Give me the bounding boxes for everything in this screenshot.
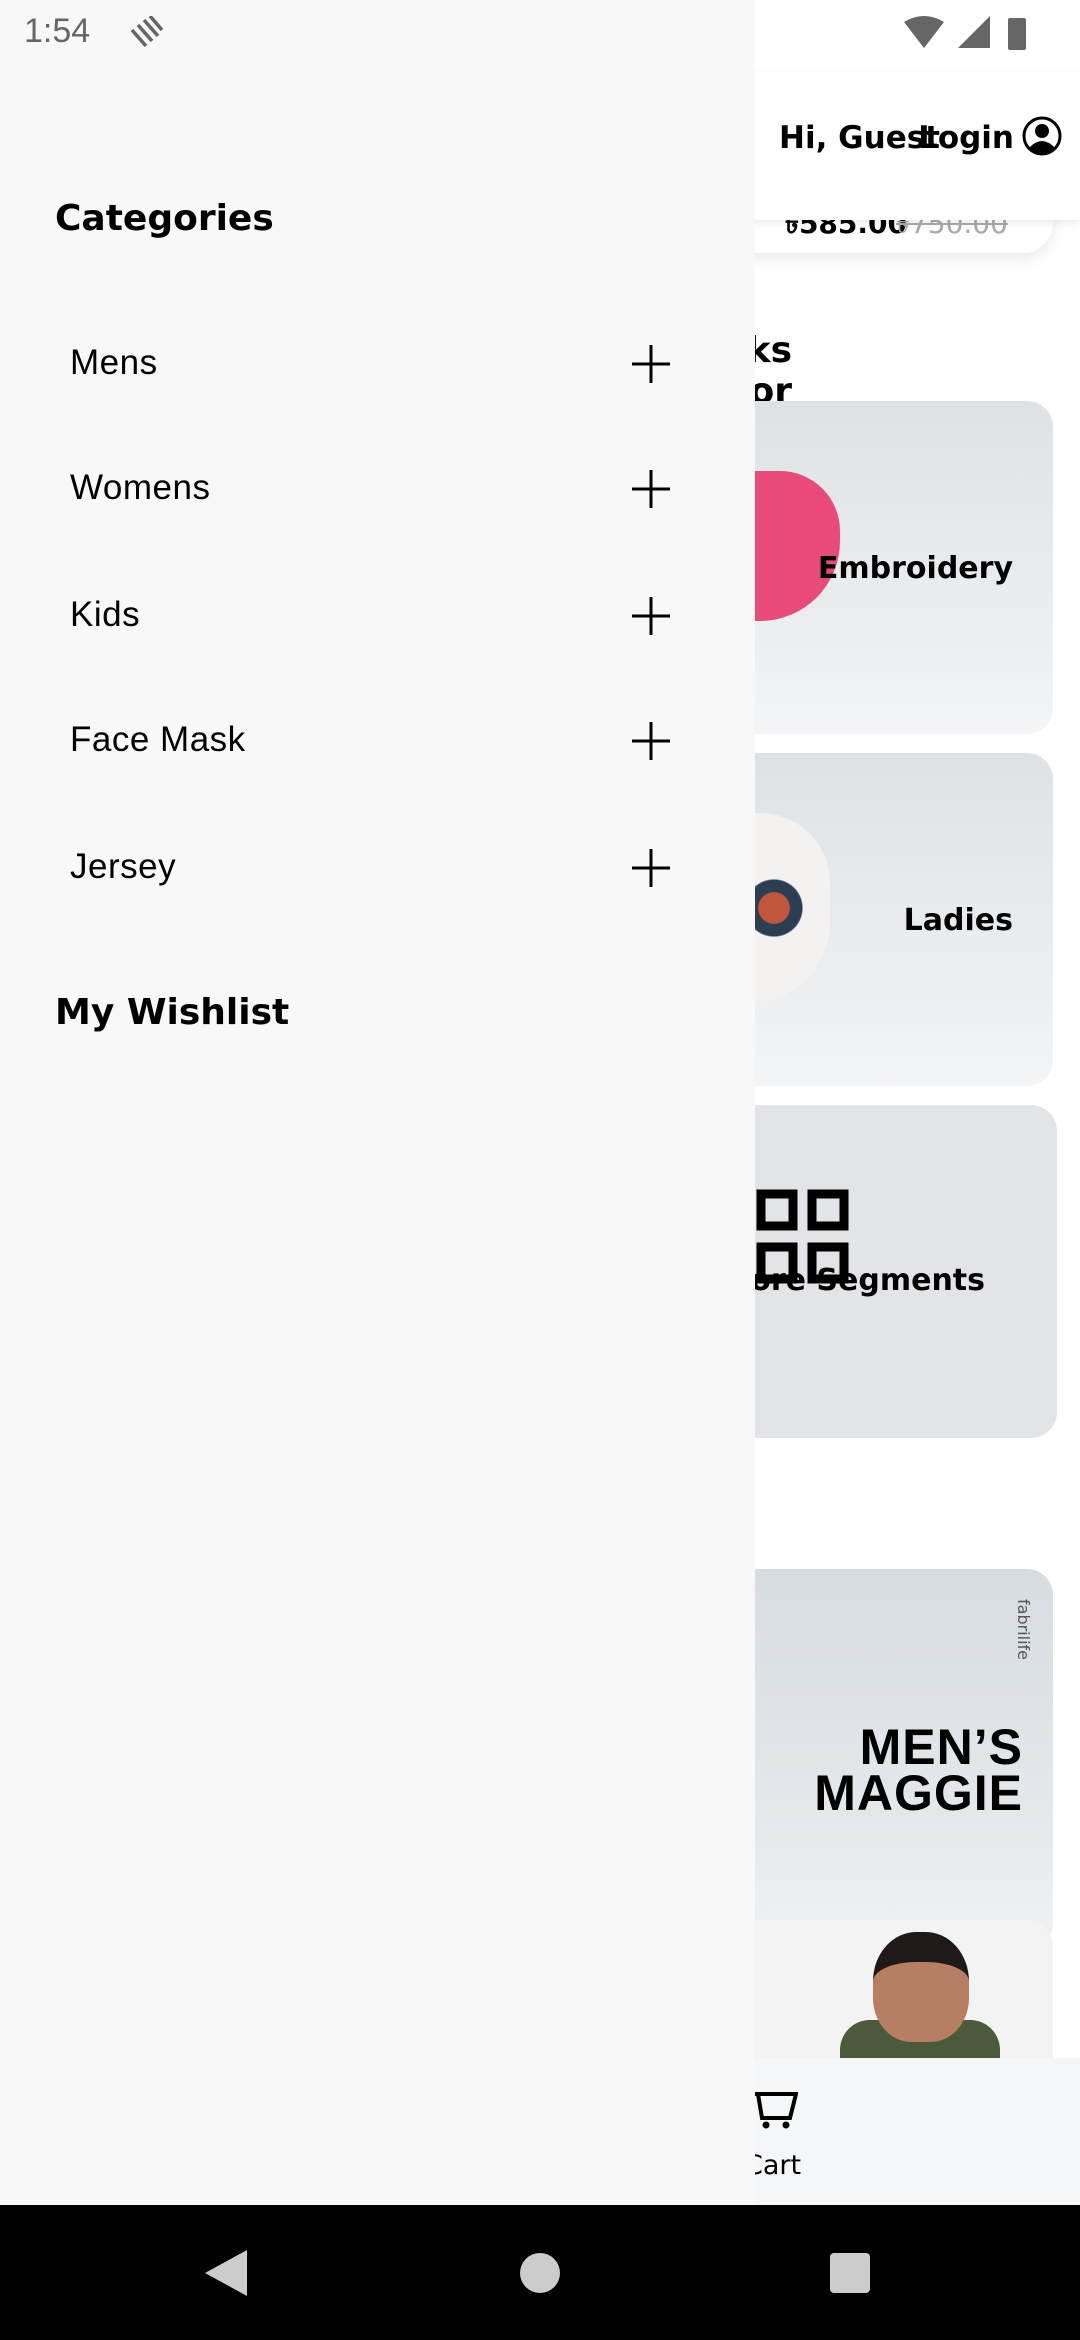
notification-icon	[130, 16, 164, 48]
banner-title-line: MEN’S	[859, 1719, 1023, 1775]
login-button[interactable]: Login	[918, 120, 1014, 156]
expand-plus-icon[interactable]	[632, 849, 670, 887]
cart-icon[interactable]	[752, 2090, 798, 2130]
category-item-womens[interactable]: Womens	[0, 434, 755, 544]
android-navigation-bar	[0, 2205, 1080, 2340]
home-icon[interactable]	[520, 2253, 560, 2293]
back-icon[interactable]	[205, 2250, 247, 2296]
category-label: Kids	[70, 595, 141, 634]
banner-title: MEN’S MAGGIE	[814, 1719, 1023, 1821]
status-time: 1:54	[24, 12, 91, 50]
recents-icon[interactable]	[830, 2253, 870, 2293]
category-item-jersey[interactable]: Jersey	[0, 813, 755, 923]
battery-icon	[1008, 18, 1026, 50]
system-status-icons	[904, 16, 1026, 50]
category-item-kids[interactable]: Kids	[0, 561, 755, 671]
segment-label: Ladies	[903, 903, 1013, 938]
greeting-text: Hi, Guest	[779, 120, 940, 156]
model-image	[873, 1932, 969, 2042]
category-label: Face Mask	[70, 720, 246, 759]
expand-plus-icon[interactable]	[632, 722, 670, 760]
category-item-mens[interactable]: Mens	[0, 309, 755, 419]
my-wishlist-link[interactable]: My Wishlist	[55, 992, 289, 1033]
category-label: Jersey	[70, 847, 177, 886]
account-circle-icon[interactable]	[1022, 116, 1062, 156]
expand-plus-icon[interactable]	[632, 597, 670, 635]
category-label: Mens	[70, 343, 158, 382]
segment-label: Embroidery	[817, 551, 1013, 586]
expand-plus-icon[interactable]	[632, 345, 670, 383]
signal-icon	[958, 16, 990, 48]
banner-title-line: MAGGIE	[814, 1765, 1023, 1821]
expand-plus-icon[interactable]	[632, 470, 670, 508]
banner-brand-logo: fabrilife	[1014, 1599, 1033, 1660]
navigation-drawer: 1:54 Categories Mens Womens Kids Face Ma…	[0, 0, 755, 2205]
category-label: Womens	[70, 468, 211, 507]
category-item-face-mask[interactable]: Face Mask	[0, 686, 755, 796]
categories-heading: Categories	[55, 198, 274, 239]
wifi-icon	[904, 16, 944, 48]
